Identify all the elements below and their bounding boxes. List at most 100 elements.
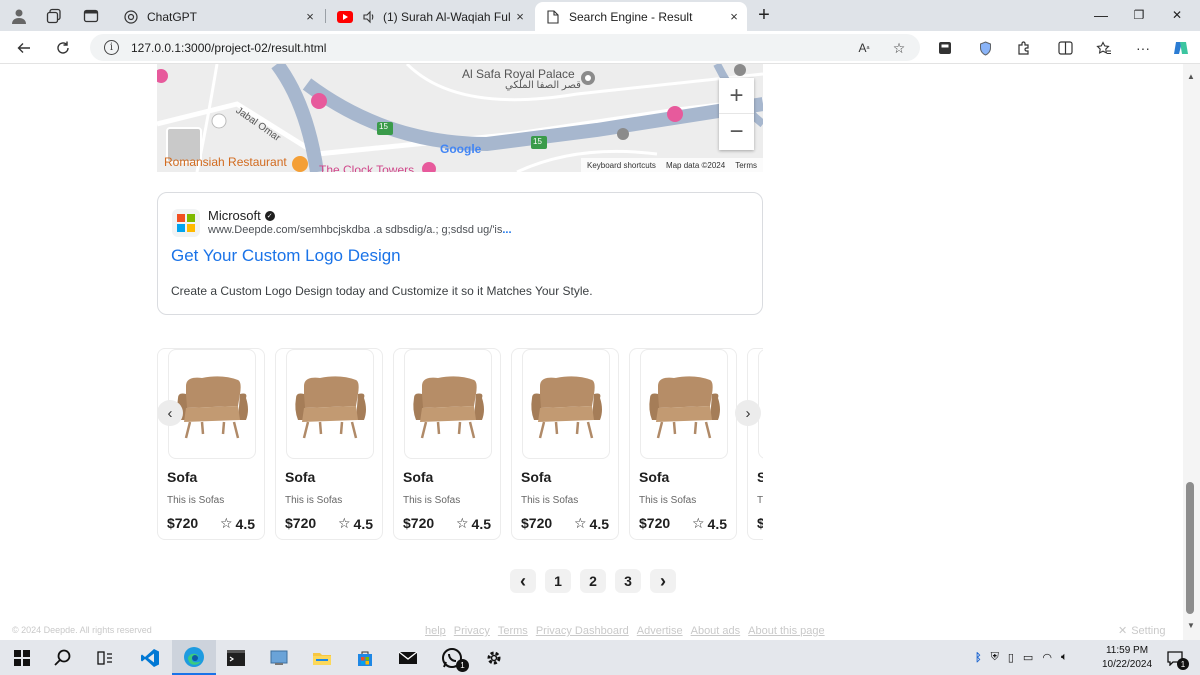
terms-link[interactable]: Terms xyxy=(735,161,757,170)
back-icon[interactable] xyxy=(12,36,36,60)
map-attribution: Keyboard shortcuts Map data ©2024 Terms xyxy=(581,158,763,172)
settings-button[interactable]: ✕ Setting xyxy=(1118,624,1166,638)
product-price: $720 xyxy=(639,515,671,531)
tab-search-engine-result[interactable]: Search Engine - Result × xyxy=(535,2,747,31)
edge-browser-icon[interactable] xyxy=(172,640,216,675)
product-image xyxy=(522,349,610,459)
volume-icon[interactable]: 🔈︎ xyxy=(1061,651,1068,664)
copilot-icon[interactable] xyxy=(1170,37,1192,59)
search-icon[interactable] xyxy=(41,640,85,675)
wifi-icon[interactable]: ◠ xyxy=(1042,651,1052,664)
maximize-button[interactable]: ❐ xyxy=(1127,4,1151,26)
app-icon[interactable] xyxy=(934,37,956,59)
product-price: $720 xyxy=(403,515,435,531)
ad-url-more[interactable]: ... xyxy=(502,224,511,236)
footer-link-privacy[interactable]: Privacy xyxy=(454,625,490,637)
ad-headline-link[interactable]: Get Your Custom Logo Design xyxy=(171,246,401,266)
footer-link-help[interactable]: help xyxy=(425,625,446,637)
refresh-icon[interactable] xyxy=(51,36,75,60)
whatsapp-icon[interactable]: 1 xyxy=(430,640,474,675)
file-explorer-icon[interactable] xyxy=(300,640,344,675)
scroll-up-arrow-icon[interactable]: ▲ xyxy=(1185,70,1197,82)
extensions-icon[interactable] xyxy=(1012,37,1034,59)
tab-close-button[interactable]: × xyxy=(301,8,319,26)
tab-youtube[interactable]: (1) Surah Al-Waqiah Full |Sh × xyxy=(327,2,533,31)
keyboard-shortcuts-link[interactable]: Keyboard shortcuts xyxy=(587,161,656,170)
rating-value: 4.5 xyxy=(235,515,255,532)
favorite-star-icon[interactable]: ☆ xyxy=(888,37,910,59)
start-windows-icon[interactable] xyxy=(0,640,44,675)
scrollbar-thumb[interactable] xyxy=(1186,482,1194,614)
product-description: This is Sofas xyxy=(285,495,343,506)
pagination-page-3[interactable]: 3 xyxy=(615,569,641,593)
carousel-next-button[interactable]: › xyxy=(735,400,761,426)
notification-badge: 1 xyxy=(1177,658,1189,670)
scroll-down-arrow-icon[interactable]: ▼ xyxy=(1185,619,1197,631)
more-options-icon[interactable]: ··· xyxy=(1132,37,1154,59)
site-info-icon[interactable]: i xyxy=(104,40,119,55)
terminal-icon[interactable] xyxy=(214,640,258,675)
product-card[interactable]: Sofa This is Sofas $720 ☆ 4.5 xyxy=(157,348,265,540)
product-card[interactable]: Sofa This is Sofas $720 ☆ 4.5 xyxy=(275,348,383,540)
mail-icon[interactable] xyxy=(386,640,430,675)
collections-icon[interactable] xyxy=(1093,37,1115,59)
footer-link-advertise[interactable]: Advertise xyxy=(637,625,683,637)
read-aloud-icon[interactable]: Aᵃ xyxy=(853,37,875,59)
url-input[interactable]: i 127.0.0.1:3000/project-02/result.html xyxy=(90,34,920,61)
product-name: Sofa xyxy=(521,469,552,485)
map-embed[interactable]: Al Safa Royal Palace قصر الصفا الملكي Ja… xyxy=(157,64,763,172)
footer-link-terms[interactable]: Terms xyxy=(498,625,528,637)
bluetooth-icon[interactable]: ᛒ xyxy=(975,652,982,664)
pagination-prev-button[interactable]: ‹ xyxy=(510,569,536,593)
notification-center-icon[interactable]: 1 xyxy=(1160,640,1190,675)
tab-label: Search Engine - Result xyxy=(569,9,693,24)
zoom-in-button[interactable]: + xyxy=(719,78,754,114)
vscode-icon[interactable] xyxy=(128,640,172,675)
product-card[interactable]: Sofa This is Sofas $720 ☆ 4.5 xyxy=(629,348,737,540)
footer-link-about-ads[interactable]: About ads xyxy=(691,625,741,637)
product-carousel: Sofa This is Sofas $720 ☆ 4.5 Sofa This i… xyxy=(157,342,763,542)
split-screen-icon[interactable] xyxy=(1054,37,1076,59)
footer-link-privacy-dashboard[interactable]: Privacy Dashboard xyxy=(536,625,629,637)
tab-chatgpt[interactable]: ChatGPT × xyxy=(113,2,323,31)
zoom-out-button[interactable]: − xyxy=(719,114,754,150)
speaker-icon[interactable] xyxy=(361,9,377,25)
settings-label: Setting xyxy=(1131,624,1166,637)
product-image xyxy=(640,349,728,459)
task-view-icon[interactable] xyxy=(83,640,127,675)
battery-icon[interactable]: ▭ xyxy=(1023,651,1033,664)
pagination-page-1[interactable]: 1 xyxy=(545,569,571,593)
product-card[interactable]: Sofa This is Sofas $720 ☆ 4.5 xyxy=(393,348,501,540)
tab-actions-icon[interactable] xyxy=(81,6,101,26)
control-panel-icon[interactable] xyxy=(257,640,301,675)
whatsapp-notification-badge: 1 xyxy=(456,659,469,672)
product-card[interactable]: Sofa This is Sofas $720 ☆ 4.5 xyxy=(511,348,619,540)
workspaces-icon[interactable] xyxy=(44,6,64,26)
carousel-prev-button[interactable]: ‹ xyxy=(157,400,183,426)
security-shield-icon[interactable]: ⛨ xyxy=(991,651,999,664)
product-image xyxy=(404,349,492,459)
rating-value: 4.5 xyxy=(707,515,727,532)
settings-gear-icon[interactable] xyxy=(472,640,516,675)
star-icon: ☆ xyxy=(573,515,587,531)
tab-close-button[interactable]: × xyxy=(511,8,529,26)
new-tab-button[interactable]: + xyxy=(752,4,776,26)
product-rating: ☆ 4.5 xyxy=(692,515,727,532)
profile-icon[interactable] xyxy=(9,6,29,26)
pagination-next-button[interactable]: › xyxy=(650,569,676,593)
pagination-page-2[interactable]: 2 xyxy=(580,569,606,593)
footer-link-about-page[interactable]: About this page xyxy=(748,625,824,637)
minimize-button[interactable]: — xyxy=(1089,4,1113,26)
clock-time: 11:59 PM xyxy=(1105,645,1149,656)
microsoft-store-icon[interactable] xyxy=(343,640,387,675)
shield-icon[interactable] xyxy=(974,37,996,59)
taskbar-clock[interactable]: 11:59 PM 10/22/2024 xyxy=(1098,644,1156,672)
product-name: S xyxy=(757,469,763,485)
verified-icon: ✓ xyxy=(264,210,275,221)
device-icon[interactable]: ▯ xyxy=(1008,651,1014,664)
tab-close-button[interactable]: × xyxy=(725,8,743,26)
armchair-icon xyxy=(531,376,602,439)
product-card[interactable]: S Th $ xyxy=(747,348,763,540)
url-text[interactable]: 127.0.0.1:3000/project-02/result.html xyxy=(131,41,326,55)
close-window-button[interactable]: ✕ xyxy=(1165,4,1189,26)
